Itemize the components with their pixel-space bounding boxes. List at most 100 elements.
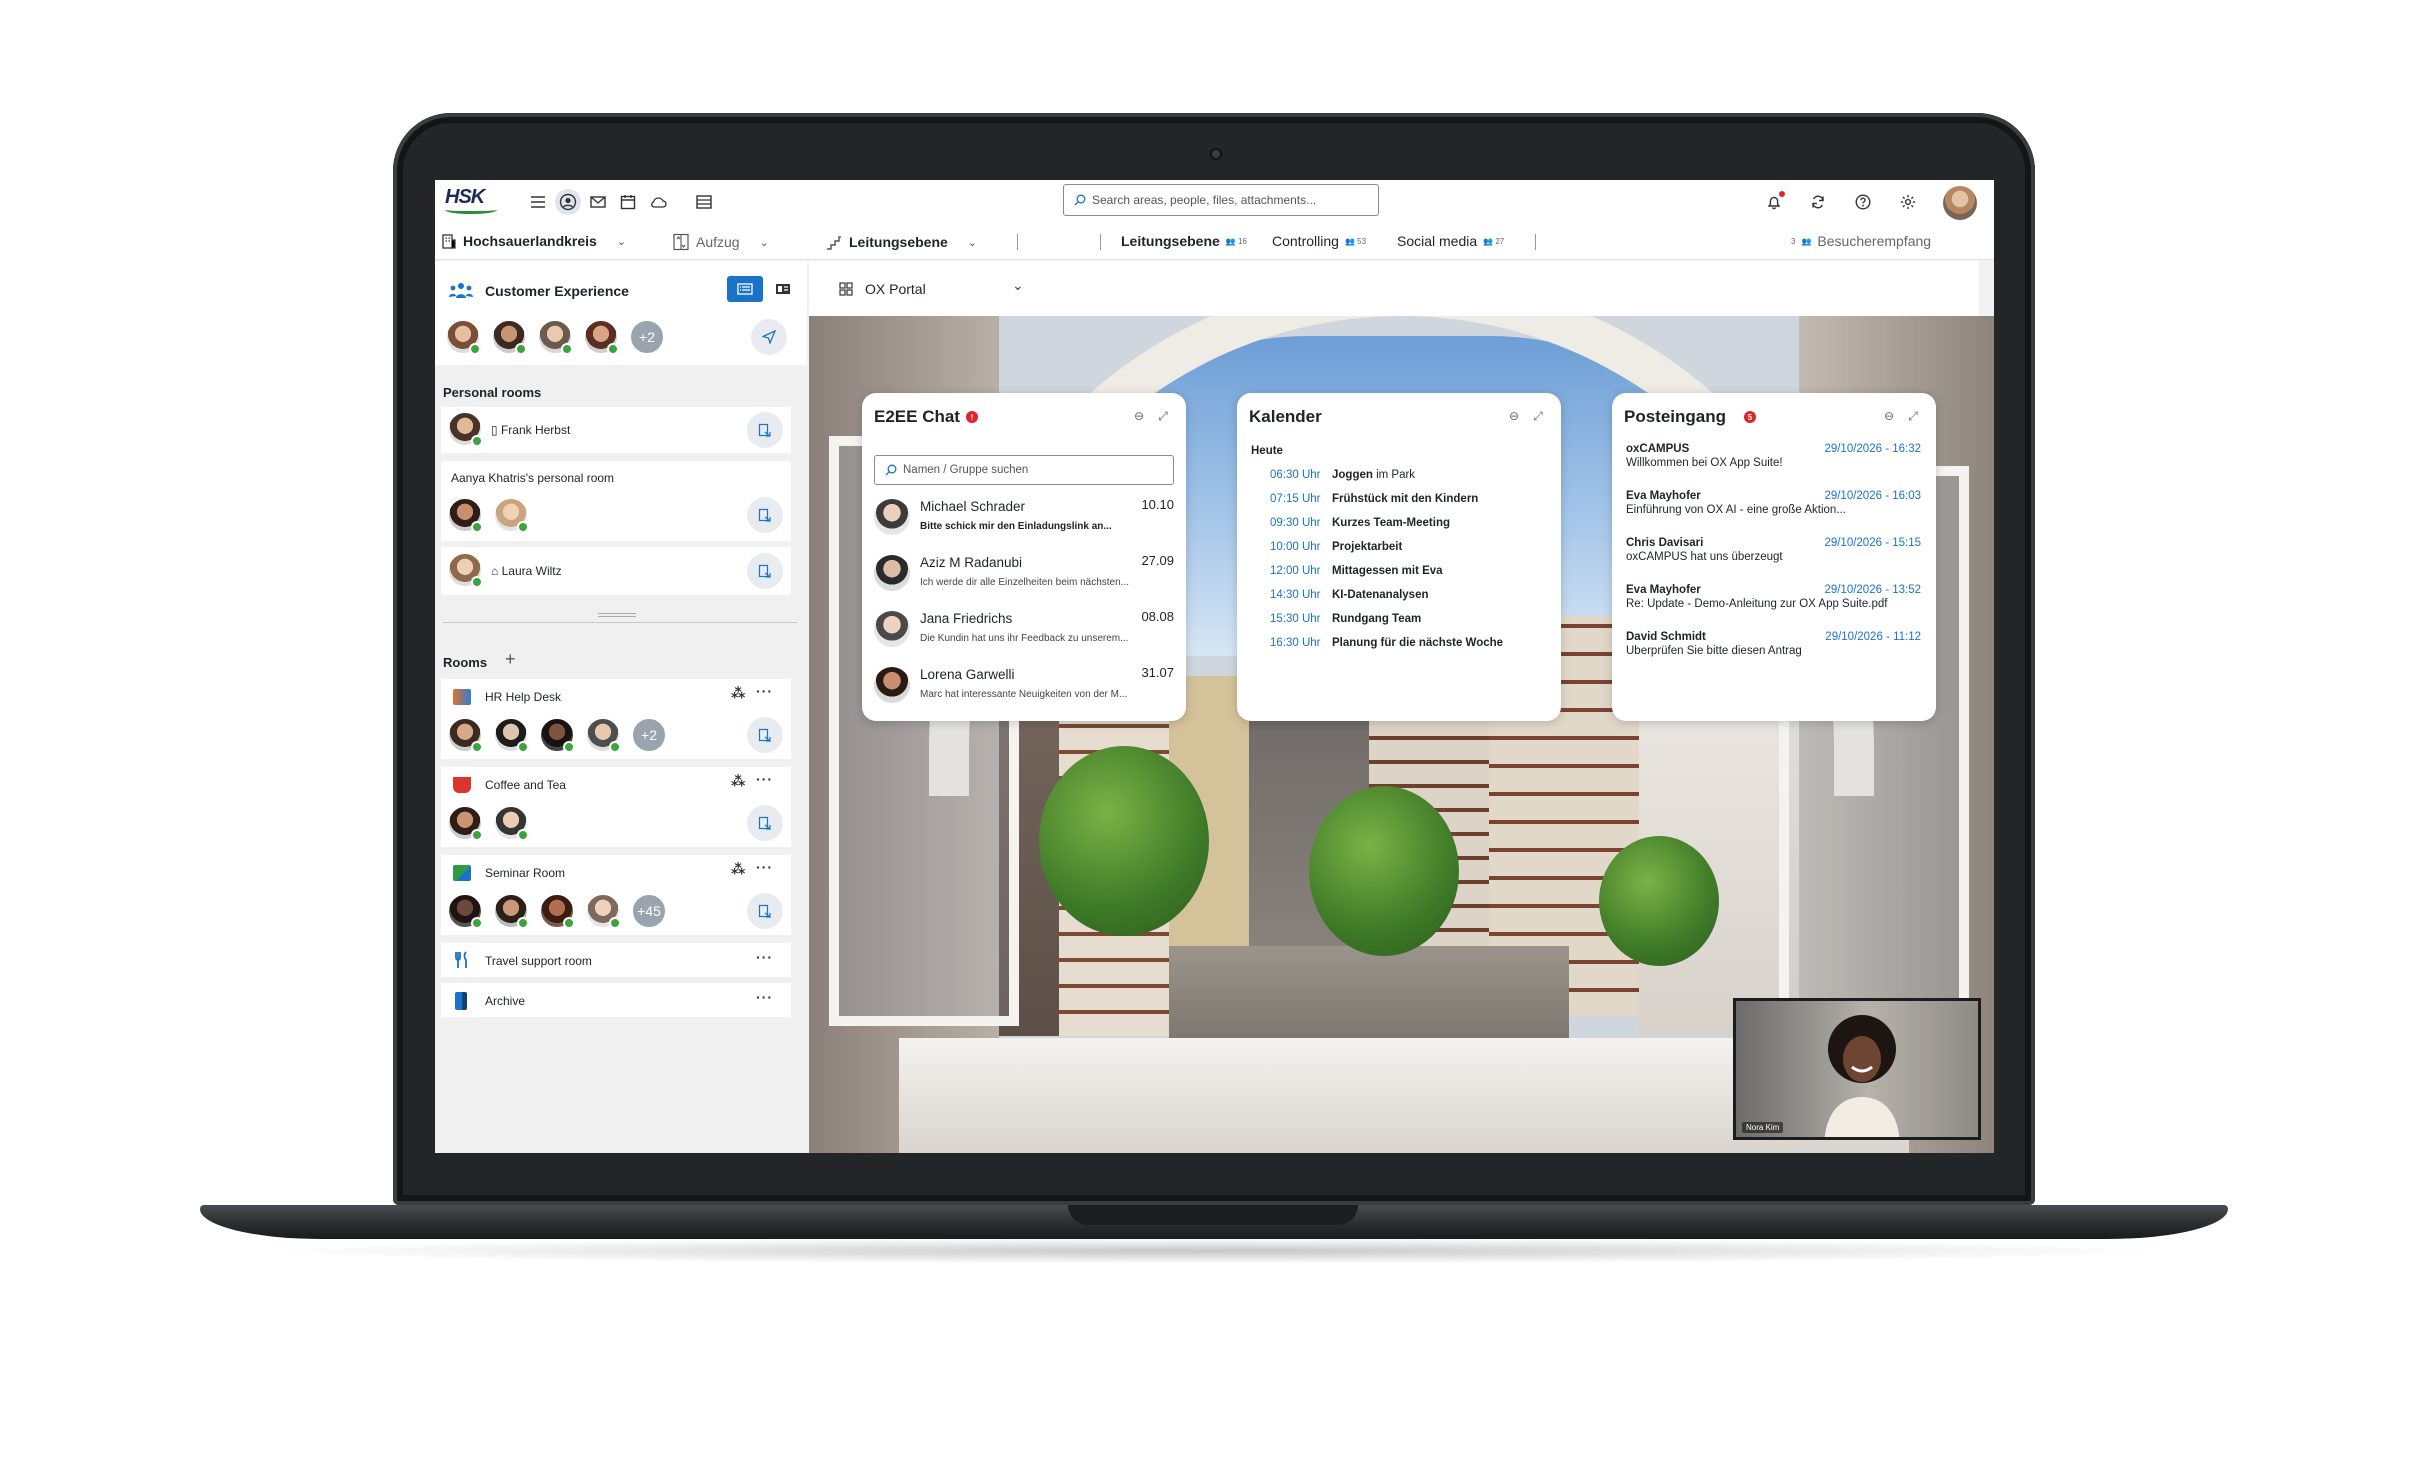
enter-room-button[interactable] [747,412,783,448]
room-label: Travel support room [485,954,592,968]
hsk-logo[interactable]: HSK [445,186,503,218]
help-icon[interactable] [1850,189,1876,215]
global-search[interactable] [1063,184,1379,216]
visitor-reception[interactable]: 3 👥 Besucherempfang [1791,233,1931,249]
bell-icon[interactable] [1761,189,1787,215]
calendar-event[interactable]: 14:30 Uhr KI-Datenanalysen [1270,589,1429,601]
people-icon[interactable]: ⁂ [731,861,746,878]
coffee-icon [453,777,471,793]
enter-room-button[interactable] [747,893,783,929]
level-selector[interactable]: Leitungsebene ⌄ [825,233,977,251]
calendar-event[interactable]: 15:30 Uhr Rundgang Team [1270,613,1421,625]
minimize-icon[interactable]: ⊖ [1507,409,1521,423]
avatar[interactable] [491,319,527,355]
minimize-icon[interactable]: ⊖ [1882,409,1896,423]
mail-item[interactable]: Chris Davisari 29/10/2026 - 15:15 oxCAMPUS… [1626,537,1921,563]
enter-room-button[interactable] [747,553,783,589]
avatar [539,717,575,753]
personal-room-frank[interactable]: ▯ Frank Herbst [441,407,791,453]
card-view-icon [776,284,790,294]
online-badge [517,741,529,753]
grid-view-button[interactable] [727,276,763,302]
calendar-icon[interactable] [615,189,641,215]
online-badge [609,917,621,929]
tab-label: Controlling [1272,233,1339,249]
settings-icon[interactable] [1895,189,1921,215]
street [1169,946,1569,1046]
add-room-icon[interactable]: + [505,649,516,670]
resize-handle[interactable] [598,613,636,617]
personal-room-laura[interactable]: ⌂ Laura Wiltz [441,547,791,595]
personal-room-aanya[interactable]: Aanya Khatris's personal room [441,461,791,541]
presentation-icon [453,865,471,881]
more-options-icon[interactable]: ··· [756,989,773,1005]
logo-text: HSK [445,186,485,208]
calendar-event[interactable]: 06:30 Uhr Joggen im Park [1270,469,1415,481]
avatar[interactable] [583,319,619,355]
calendar-event[interactable]: 12:00 Uhr Mittagessen mit Eva [1270,565,1443,577]
calendar-event[interactable]: 16:30 Uhr Planung für die nächste Woche [1270,637,1503,649]
calendar-event[interactable]: 10:00 Uhr Projektarbeit [1270,541,1402,553]
video-call-tile[interactable]: Nora Kim [1733,998,1981,1140]
online-badge [471,917,483,929]
card-view-button[interactable] [765,276,801,302]
more-options-icon[interactable]: ··· [756,859,773,875]
enter-room-button[interactable] [747,497,783,533]
avatar [493,717,529,753]
people-count: 👥 27 [1483,236,1505,246]
table-icon[interactable] [691,189,717,215]
portal-selector[interactable]: OX Portal ⌄ [809,261,1979,316]
mail-item[interactable]: Eva Mayhofer 29/10/2026 - 16:03 Einführung… [1626,490,1921,516]
room-archive[interactable]: Archive ··· [441,983,791,1017]
enter-room-icon [758,508,771,522]
mail-item[interactable]: Eva Mayhofer 29/10/2026 - 13:52 Re: Update… [1626,584,1921,610]
tab-social-media[interactable]: Social media 👥 27 [1397,233,1504,249]
avatar[interactable] [537,319,573,355]
org-selector[interactable]: Hochsauerlandkreis ⌄ [441,233,626,249]
send-button[interactable] [751,319,787,355]
tab-controlling[interactable]: Controlling 👥 53 [1272,233,1366,249]
team-room-icon [453,689,471,705]
tree [1309,786,1459,956]
online-badge [517,521,529,533]
menu-icon[interactable] [525,189,551,215]
expand-icon[interactable]: ⤢ [1531,409,1545,423]
today-label: Heute [1251,445,1283,457]
expand-icon[interactable]: ⤢ [1906,409,1920,423]
more-members[interactable]: +45 [631,893,667,929]
more-members[interactable]: +2 [631,717,667,753]
level-label: Leitungsebene [849,234,948,250]
user-avatar[interactable] [1943,186,1977,220]
app-screen: HSK Search areas, people, files, attachm… [435,180,1994,1153]
avatar [539,893,575,929]
grid-icon [839,282,853,296]
people-icon[interactable]: ⁂ [731,773,746,790]
calendar-event[interactable]: 07:15 Uhr Frühstück mit den Kindern [1270,493,1478,505]
people-icon[interactable]: ⁂ [731,685,746,702]
cloud-icon[interactable] [645,189,671,215]
sync-icon[interactable] [1805,189,1831,215]
room-travel-support[interactable]: Travel support room ··· [441,943,791,977]
room-coffee-and-tea[interactable]: Coffee and Tea ⁂ ··· [441,767,791,847]
enter-room-button[interactable] [747,805,783,841]
calendar-event[interactable]: 09:30 Uhr Kurzes Team-Meeting [1270,517,1450,529]
search-input[interactable] [1092,193,1362,207]
enter-room-button[interactable] [747,717,783,753]
floor-selector[interactable]: Aufzug ⌄ [672,233,769,251]
room-hr-help-desk[interactable]: HR Help Desk ⁂ ··· +2 [441,679,791,759]
more-options-icon[interactable]: ··· [756,771,773,787]
portal-icon[interactable] [555,189,581,215]
enter-room-icon [758,728,771,742]
room-seminar-room[interactable]: Seminar Room ⁂ ··· +45 [441,855,791,935]
more-options-icon[interactable]: ··· [756,949,773,965]
online-badge [561,343,573,355]
avatar[interactable] [445,319,481,355]
more-options-icon[interactable]: ··· [756,683,773,699]
mail-icon[interactable] [585,189,611,215]
mail-item[interactable]: David Schmidt 29/10/2026 - 11:12 Überprüfe… [1626,631,1921,657]
avatar [447,552,483,588]
tab-leitungsebene[interactable]: Leitungsebene 👥 16 [1121,233,1247,249]
mail-item[interactable]: oxCAMPUS 29/10/2026 - 16:32 Willkommen bei… [1626,443,1921,469]
enter-room-icon [758,816,771,830]
more-members[interactable]: +2 [629,319,665,355]
